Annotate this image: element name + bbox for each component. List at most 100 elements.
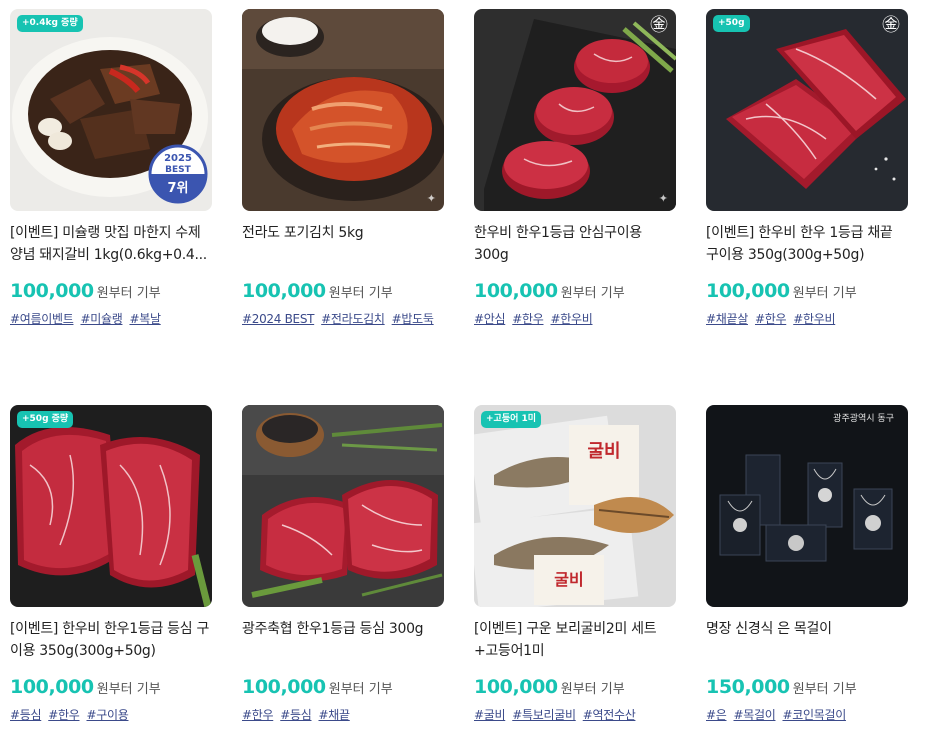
brand-label: 광주광역시 동구 [833, 412, 894, 424]
tag-list: #굴비 #특보리굴비 #역전수산 [474, 706, 676, 723]
product-card[interactable]: ㊎ +50g [이벤트] 한우비 한우 1등급 채끝 구이용 350g(300g… [706, 9, 908, 327]
product-card[interactable]: ㊎ ✦ 한우비 한우1등급 안심구이용 300g 100,000 원부터 기부 #… [474, 9, 676, 327]
product-grid: 2025 BEST 7위 +0.4kg 증량 [이벤트] 미슐랭 맛집 마한지 … [0, 0, 930, 743]
tag-link[interactable]: #한우 [512, 312, 544, 326]
product-card[interactable]: 2025 BEST 7위 +0.4kg 증량 [이벤트] 미슐랭 맛집 마한지 … [10, 9, 212, 327]
price-suffix: 원부터 기부 [328, 286, 393, 301]
product-title[interactable]: 전라도 포기김치 5kg [242, 222, 444, 266]
product-price: 100,000 [242, 280, 326, 302]
tag-link[interactable]: #한우비 [793, 312, 835, 326]
tag-link[interactable]: #등심 [280, 708, 312, 722]
price-suffix: 원부터 기부 [560, 682, 625, 697]
tag-link[interactable]: #한우 [755, 312, 787, 326]
product-title[interactable]: 광주축협 한우1등급 등심 300g [242, 618, 444, 662]
tag-link[interactable]: #미슐랭 [80, 312, 122, 326]
rank-number: 7위 [167, 181, 188, 196]
tag-list: #채끝살 #한우 #한우비 [706, 310, 908, 327]
tag-list: #2024 BEST #전라도김치 #밥도둑 [242, 310, 444, 327]
tag-link[interactable]: #안심 [474, 312, 506, 326]
tag-link[interactable]: #목걸이 [734, 708, 776, 722]
rank-best: BEST [165, 165, 191, 175]
tag-link[interactable]: #한우비 [551, 312, 593, 326]
rank-year: 2025 [164, 153, 192, 164]
striploin-image: ㊎ [706, 9, 908, 211]
tag-link[interactable]: #채끝 [319, 708, 351, 722]
product-image[interactable]: 광주광역시 동구 [706, 405, 908, 607]
tag-list: #한우 #등심 #채끝 [242, 706, 444, 723]
galbi-image: 2025 BEST 7위 [10, 9, 212, 211]
product-card[interactable]: ✦ 전라도 포기김치 5kg 100,000 원부터 기부 #2024 BEST #… [242, 9, 444, 327]
price-suffix: 원부터 기부 [328, 682, 393, 697]
tag-link[interactable]: #2024 BEST [242, 312, 314, 326]
product-price: 150,000 [706, 676, 790, 698]
product-title[interactable]: 명장 신경식 은 목걸이 [706, 618, 908, 662]
product-title[interactable]: [이벤트] 한우비 한우 1등급 채끝 구이용 350g(300g+50g) [706, 222, 908, 266]
product-card[interactable]: 굴비 굴비 +고등어 1미 [이벤트] 구운 보리굴비2미 세트 +고등어1미 … [474, 405, 676, 723]
tag-list: #은 #목걸이 #코인목걸이 [706, 706, 908, 723]
tag-link[interactable]: #굴비 [474, 708, 506, 722]
tag-list: #안심 #한우 #한우비 [474, 310, 676, 327]
product-price: 100,000 [706, 280, 790, 302]
tag-link[interactable]: #복날 [129, 312, 161, 326]
tag-link[interactable]: #채끝살 [706, 312, 748, 326]
product-image[interactable]: 2025 BEST 7위 +0.4kg 증량 [10, 9, 212, 211]
product-price: 100,000 [10, 280, 94, 302]
price-row: 150,000 원부터 기부 [706, 676, 908, 700]
product-card[interactable]: +50g 증량 [이벤트] 한우비 한우1등급 등심 구이용 350g(300g… [10, 405, 212, 723]
product-card[interactable]: 광주광역시 동구 명장 신경식 은 목걸이 150,000 원부터 기부 #은 #목… [706, 405, 908, 723]
tag-link[interactable]: #한우 [242, 708, 274, 722]
package-logo-icon: 굴비 [587, 441, 620, 462]
price-suffix: 원부터 기부 [792, 682, 857, 697]
product-price: 100,000 [474, 676, 558, 698]
tag-link[interactable]: #여름이벤트 [10, 312, 74, 326]
product-image[interactable]: ㊎ ✦ [474, 9, 676, 211]
price-suffix: 원부터 기부 [96, 286, 161, 301]
product-image[interactable]: +50g 증량 [10, 405, 212, 607]
product-title[interactable]: 한우비 한우1등급 안심구이용 300g [474, 222, 676, 266]
price-suffix: 원부터 기부 [792, 286, 857, 301]
product-card[interactable]: 광주축협 한우1등급 등심 300g 100,000 원부터 기부 #한우 #등심 #… [242, 405, 444, 723]
tag-link[interactable]: #한우 [48, 708, 80, 722]
price-suffix: 원부터 기부 [96, 682, 161, 697]
tag-link[interactable]: #전라도김치 [321, 312, 385, 326]
product-price: 100,000 [10, 676, 94, 698]
brand-mark-icon: ㊎ [882, 15, 900, 36]
promo-badge: +50g 증량 [17, 411, 74, 428]
product-title[interactable]: [이벤트] 구운 보리굴비2미 세트 +고등어1미 [474, 618, 676, 662]
price-suffix: 원부터 기부 [560, 286, 625, 301]
product-image[interactable]: ✦ [242, 9, 444, 211]
product-price: 100,000 [474, 280, 558, 302]
price-row: 100,000 원부터 기부 [242, 280, 444, 304]
price-row: 100,000 원부터 기부 [10, 280, 212, 304]
tag-list: #등심 #한우 #구이용 [10, 706, 212, 723]
necklace-image: 광주광역시 동구 [706, 405, 908, 607]
product-image[interactable]: 굴비 굴비 +고등어 1미 [474, 405, 676, 607]
tag-link[interactable]: #등심 [10, 708, 42, 722]
price-row: 100,000 원부터 기부 [242, 676, 444, 700]
tag-link[interactable]: #은 [706, 708, 727, 722]
gulbi-image: 굴비 굴비 [474, 405, 676, 607]
tag-link[interactable]: #코인목걸이 [782, 708, 846, 722]
tag-list: #여름이벤트 #미슐랭 #복날 [10, 310, 212, 327]
promo-badge: +0.4kg 증량 [17, 15, 83, 32]
sparkle-icon: ✦ [658, 192, 668, 205]
product-image[interactable] [242, 405, 444, 607]
package-logo-icon: 굴비 [554, 570, 583, 589]
price-row: 100,000 원부터 기부 [474, 676, 676, 700]
kimchi-image [242, 9, 444, 211]
brand-mark-icon: ㊎ [650, 15, 668, 36]
tag-link[interactable]: #역전수산 [583, 708, 636, 722]
price-row: 100,000 원부터 기부 [706, 280, 908, 304]
tag-link[interactable]: #특보리굴비 [512, 708, 576, 722]
product-title[interactable]: [이벤트] 미슐랭 맛집 마한지 수제 양념 돼지갈비 1kg(0.6kg+0.… [10, 222, 212, 266]
price-row: 100,000 원부터 기부 [10, 676, 212, 700]
sparkle-icon: ✦ [426, 192, 436, 205]
promo-badge: +50g [713, 15, 750, 32]
beef-image [242, 405, 444, 607]
price-row: 100,000 원부터 기부 [474, 280, 676, 304]
product-title[interactable]: [이벤트] 한우비 한우1등급 등심 구이용 350g(300g+50g) [10, 618, 212, 662]
tag-link[interactable]: #구이용 [87, 708, 129, 722]
promo-badge: +고등어 1미 [481, 411, 542, 428]
product-image[interactable]: ㊎ +50g [706, 9, 908, 211]
tag-link[interactable]: #밥도둑 [392, 312, 434, 326]
